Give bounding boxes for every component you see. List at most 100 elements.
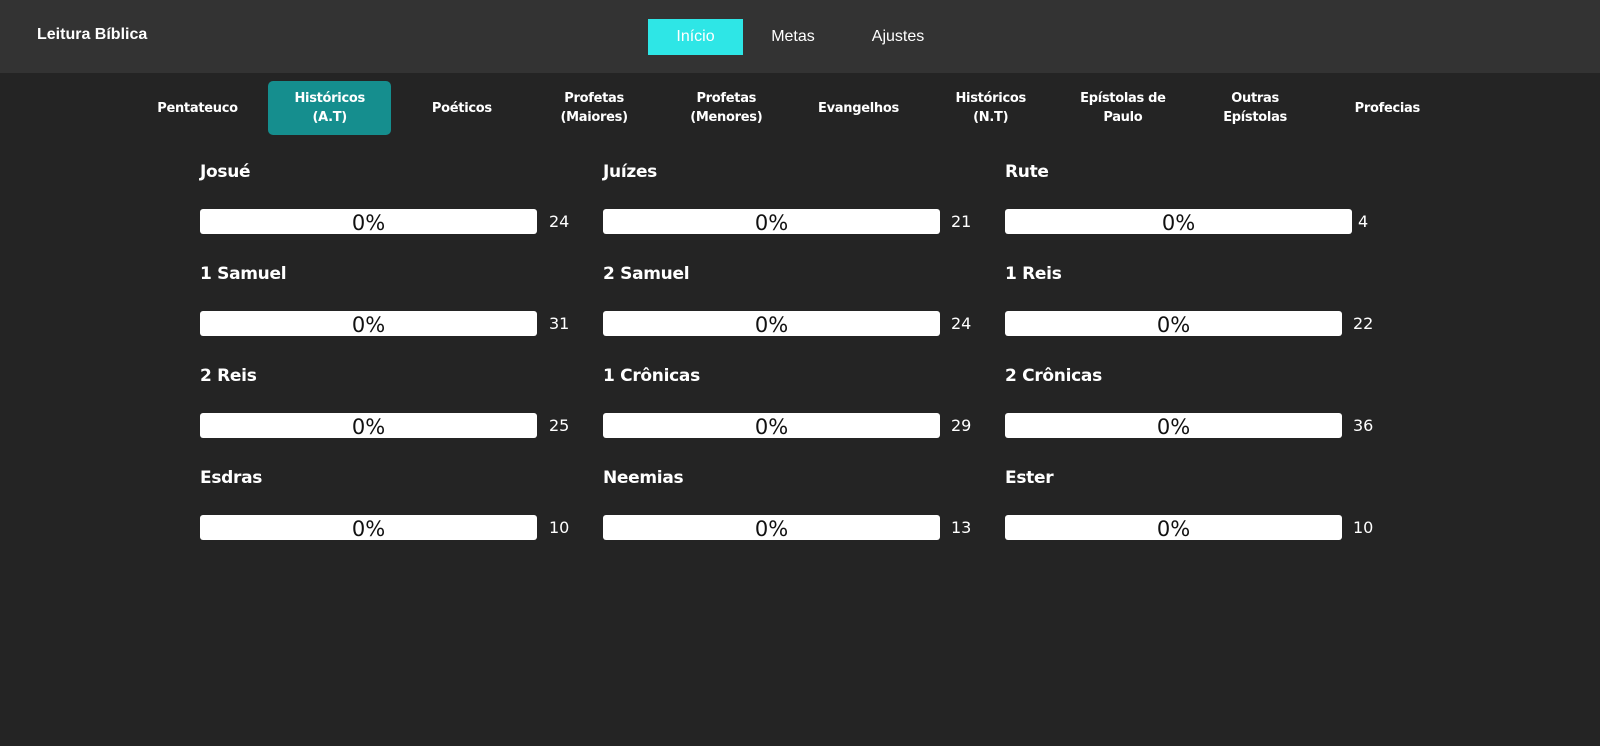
tab-poeticos[interactable]: Poéticos xyxy=(400,81,523,135)
progress-text: 0% xyxy=(1156,517,1191,540)
tab-label-line: Profetas xyxy=(564,91,624,106)
tab-label-line: Históricos xyxy=(294,91,365,106)
chapter-count: 4 xyxy=(1358,212,1369,231)
tab-label: Pentateuco xyxy=(157,99,238,118)
tab-label-line: Epístolas xyxy=(1223,110,1287,125)
progress-bar: 0% xyxy=(200,515,537,540)
tab-historicos-at[interactable]: Históricos (A.T) xyxy=(268,81,392,135)
main-nav: Início Metas Ajustes xyxy=(648,19,953,55)
book-card[interactable]: Ester 0% 10 xyxy=(1005,466,1385,566)
book-name: 1 Reis xyxy=(1005,264,1062,284)
tab-label-line: (Maiores) xyxy=(560,110,628,125)
book-card[interactable]: Juízes 0% 21 xyxy=(603,160,983,260)
tab-label-line: Históricos xyxy=(955,91,1026,106)
progress-text: 0% xyxy=(754,415,789,438)
tab-label-line: Profetas xyxy=(696,91,757,106)
progress-text: 0% xyxy=(351,415,386,438)
book-name: 2 Crônicas xyxy=(1005,366,1102,386)
book-card[interactable]: Rute 0% 4 xyxy=(1005,160,1385,260)
chapter-count: 10 xyxy=(549,518,570,537)
book-card[interactable]: Neemias 0% 13 xyxy=(603,466,983,566)
book-name: Rute xyxy=(1005,162,1049,182)
nav-inicio[interactable]: Início xyxy=(648,19,743,55)
tab-profetas-maiores[interactable]: Profetas (Maiores) xyxy=(533,81,656,135)
progress-bar: 0% xyxy=(200,311,537,336)
progress-text: 0% xyxy=(754,211,789,234)
book-card[interactable]: Esdras 0% 10 xyxy=(200,466,580,566)
tab-label-line: Poéticos xyxy=(431,100,492,116)
tab-label-line: (Menores) xyxy=(690,110,763,125)
book-card[interactable]: Josué 0% 24 xyxy=(200,160,580,260)
progress-bar: 0% xyxy=(200,209,537,234)
tab-label: Poéticos xyxy=(432,99,492,118)
progress-text: 0% xyxy=(351,313,386,336)
book-name: Josué xyxy=(200,162,251,182)
tab-evangelhos[interactable]: Evangelhos xyxy=(797,81,920,135)
tab-label-line: Evangelhos xyxy=(818,100,899,116)
progress-bar: 0% xyxy=(603,413,940,438)
tab-label-line: Epístolas de xyxy=(1080,91,1166,106)
progress-bar: 0% xyxy=(603,311,940,336)
progress-bar: 0% xyxy=(1005,413,1342,438)
tab-label-line: Outras xyxy=(1231,91,1279,106)
book-card[interactable]: 1 Samuel 0% 31 xyxy=(200,262,580,362)
book-name: 1 Samuel xyxy=(200,264,287,284)
progress-bar: 0% xyxy=(1005,311,1342,336)
progress-text: 0% xyxy=(754,313,789,336)
tab-profetas-menores[interactable]: Profetas (Menores) xyxy=(665,81,788,135)
tab-label-line: (A.T) xyxy=(312,110,347,125)
app-title: Leitura Bíblica xyxy=(37,26,148,43)
chapter-count: 22 xyxy=(1353,314,1374,333)
chapter-count: 25 xyxy=(549,416,570,435)
book-card[interactable]: 2 Reis 0% 25 xyxy=(200,364,580,464)
chapter-count: 24 xyxy=(549,212,570,231)
progress-text: 0% xyxy=(754,517,789,540)
book-name: 2 Samuel xyxy=(603,264,690,284)
book-name: Ester xyxy=(1005,468,1054,488)
tab-profecias[interactable]: Profecias xyxy=(1326,81,1449,135)
tab-label: Profetas (Maiores) xyxy=(560,89,628,127)
book-card[interactable]: 2 Samuel 0% 24 xyxy=(603,262,983,362)
book-name: 1 Crônicas xyxy=(603,366,700,386)
progress-text: 0% xyxy=(351,517,386,540)
tab-label-line: (N.T) xyxy=(973,110,1009,125)
tab-epistolas-paulo[interactable]: Epístolas de Paulo xyxy=(1061,81,1184,135)
tab-pentateuco[interactable]: Pentateuco xyxy=(136,81,259,135)
progress-text: 0% xyxy=(351,211,386,234)
book-name: 2 Reis xyxy=(200,366,257,386)
tab-label-line: Profecias xyxy=(1354,100,1421,116)
book-card[interactable]: 1 Reis 0% 22 xyxy=(1005,262,1385,362)
chapter-count: 29 xyxy=(951,416,972,435)
book-name: Neemias xyxy=(603,468,684,488)
tab-label-line: Paulo xyxy=(1103,110,1143,125)
category-tabs: Pentateuco Históricos (A.T) Poéticos Profeta… xyxy=(140,81,1470,135)
tab-historicos-nt[interactable]: Históricos (N.T) xyxy=(929,81,1052,135)
book-card[interactable]: 2 Crônicas 0% 36 xyxy=(1005,364,1385,464)
top-bar: Leitura Bíblica Início Metas Ajustes xyxy=(0,0,1600,73)
tab-label: Evangelhos xyxy=(818,99,899,118)
progress-text: 0% xyxy=(1156,415,1191,438)
chapter-count: 21 xyxy=(951,212,972,231)
chapter-count: 10 xyxy=(1353,518,1374,537)
chapter-count: 31 xyxy=(549,314,570,333)
book-name: Esdras xyxy=(200,468,263,488)
chapter-count: 36 xyxy=(1353,416,1374,435)
tab-label: Outras Epístolas xyxy=(1223,89,1287,127)
tab-outras-epistolas[interactable]: Outras Epístolas xyxy=(1194,81,1317,135)
tab-label: Históricos (N.T) xyxy=(955,89,1026,127)
progress-bar: 0% xyxy=(200,413,537,438)
nav-metas[interactable]: Metas xyxy=(743,19,843,55)
progress-bar: 0% xyxy=(1005,515,1342,540)
progress-bar: 0% xyxy=(1005,209,1352,234)
tab-label: Epístolas de Paulo xyxy=(1080,89,1166,127)
nav-ajustes[interactable]: Ajustes xyxy=(843,19,953,55)
tab-label-line: Pentateuco xyxy=(157,100,238,116)
tab-label: Profetas (Menores) xyxy=(690,89,762,127)
tab-label: Profecias xyxy=(1354,99,1421,118)
chapter-count: 13 xyxy=(951,518,972,537)
progress-text: 0% xyxy=(1156,313,1191,336)
tab-label: Históricos (A.T) xyxy=(294,89,365,127)
book-card[interactable]: 1 Crônicas 0% 29 xyxy=(603,364,983,464)
book-name: Juízes xyxy=(603,162,657,182)
progress-text: 0% xyxy=(1161,211,1196,234)
